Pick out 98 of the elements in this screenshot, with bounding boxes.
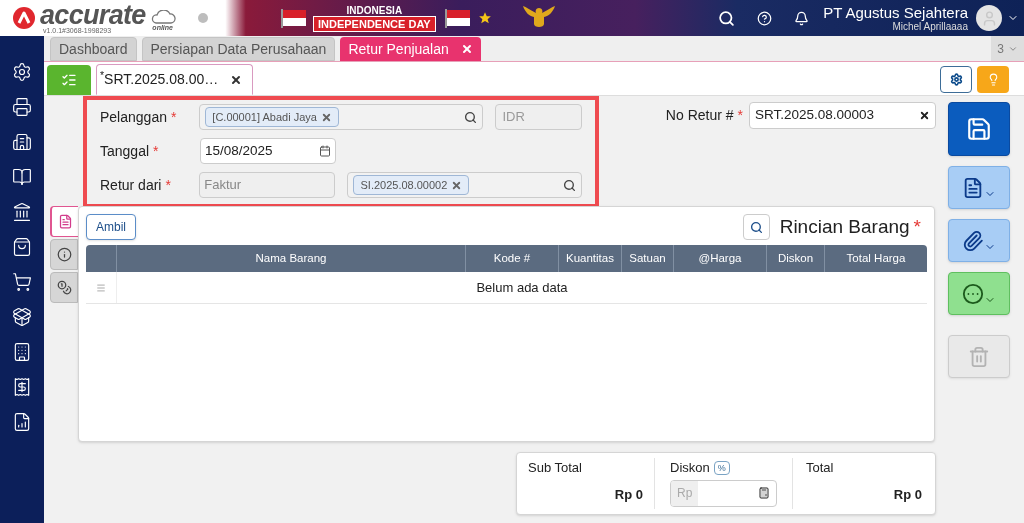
document-tab[interactable]: $^{*}$SRT.2025.08.00… [96,64,253,95]
column-header: Diskon [767,245,825,272]
summary-value: Rp 0 [893,485,922,504]
paperclip-icon [962,229,984,252]
company-name: PT Agustus Sejahtera [823,3,968,21]
bank-icon[interactable] [12,202,32,222]
search-icon[interactable] [718,9,736,27]
column-header: Kuantitas [559,245,622,272]
logo-icon [12,6,36,30]
date-field[interactable]: 15/08/2025 [200,138,336,164]
module-tab[interactable]: Retur Penjualan [340,37,481,61]
avatar[interactable] [976,5,1002,31]
flag-drawing [443,7,472,29]
tab-count[interactable]: 3 [997,39,1004,58]
column-header: Satuan [622,245,674,272]
required-mark: * [913,215,921,237]
column-header: Total Harga [845,250,907,266]
required-mark: * [153,142,159,159]
more-icon [962,282,984,305]
logo-text: accurate [40,2,146,27]
number-field[interactable]: SRT.2025.08.00003 [749,102,936,129]
field-label: Tanggal * [100,141,160,161]
help-icon[interactable] [757,10,773,26]
side-tab[interactable] [50,272,78,303]
calculator-icon[interactable] [758,487,770,499]
list-icon [61,72,77,88]
office-icon[interactable] [12,342,32,362]
chart-document-icon[interactable] [12,412,32,432]
dot-icon [197,13,208,23]
summary-value: Rp 0 [614,485,643,504]
document-icon [57,214,73,229]
flag-drawing [280,7,308,29]
remove-icon[interactable] [320,111,332,123]
document-button[interactable] [948,166,1010,209]
customer-field[interactable]: [C.00001] Abadi Jaya [199,104,484,130]
column-header: Kode # [466,245,559,272]
required-mark: * [165,176,171,193]
number-value: SRT.2025.08.00003 [755,106,875,125]
receipt-icon[interactable] [12,377,32,397]
document-icon [962,176,984,199]
currency-field: IDR [495,104,582,130]
printer-icon[interactable] [12,97,32,117]
side-tab[interactable] [50,239,78,270]
summary-label: Total [806,459,835,477]
summary-label: Diskon [670,459,710,477]
settings-button[interactable] [940,66,972,93]
clear-icon[interactable] [919,110,930,121]
tab-label: Retur Penjualan [348,39,449,59]
module-tab[interactable]: Dashboard [50,37,137,61]
banner-title: INDEPENDENCE DAY [313,15,436,32]
required-mark: * [170,108,177,125]
module-tab[interactable]: Persiapan Data Perusahaan [141,37,336,61]
column-header: @Harga [674,245,767,272]
tab-label: Persiapan Data Perusahaan [150,39,327,59]
field-label: No Retur # * [665,106,743,125]
bag-icon[interactable] [12,237,32,257]
section-title: Rincian Barang * [779,214,921,239]
tab-label: Dashboard [59,39,128,59]
settings-icon[interactable] [12,62,32,82]
column-header: Nama Barang [117,245,466,272]
side-tab[interactable] [50,206,78,237]
search-icon[interactable] [563,178,576,192]
cloud-icon [149,9,176,24]
search-button[interactable] [742,214,770,240]
invoice-field[interactable]: SI.2025.08.00002 [347,172,582,198]
selected-chip[interactable]: [C.00001] Abadi Jaya [205,107,339,127]
date-value: 15/08/2025 [205,141,273,160]
save-icon [966,116,992,142]
summary-label: Sub Total [528,459,583,477]
more-button[interactable] [948,272,1010,315]
star-icon [477,11,492,25]
search-icon [749,220,763,234]
building-icon[interactable] [12,132,32,152]
settings-icon [949,73,963,86]
save-button[interactable] [948,102,1010,156]
tab-label: $^{*}$SRT.2025.08.00… [100,69,219,89]
empty-table-message: Belum ada data [475,278,569,297]
field-label: Retur dari * [100,175,172,195]
required-mark: * [737,107,743,123]
attach-button[interactable] [948,219,1010,262]
package-icon[interactable] [12,307,32,327]
currency-prefix: Rp [671,480,699,506]
percent-toggle[interactable]: % [713,460,730,475]
fetch-button[interactable]: Ambil [86,214,136,240]
notification-icon[interactable] [794,10,810,26]
field-label: Pelanggan * [100,107,178,127]
cart-icon[interactable] [12,272,32,292]
drag-handle-icon[interactable] [96,282,106,293]
banner-subtitle: INDONESIA [346,4,403,16]
user-name: Michel Aprillaaaa [892,20,968,33]
remove-icon[interactable] [451,179,463,191]
book-icon[interactable] [12,167,32,187]
search-icon[interactable] [464,110,478,124]
selected-chip[interactable]: SI.2025.08.00002 [353,175,470,195]
calendar-icon[interactable] [319,145,331,157]
trash-icon [968,345,990,368]
info-icon [56,247,72,262]
close-icon[interactable] [230,73,242,86]
